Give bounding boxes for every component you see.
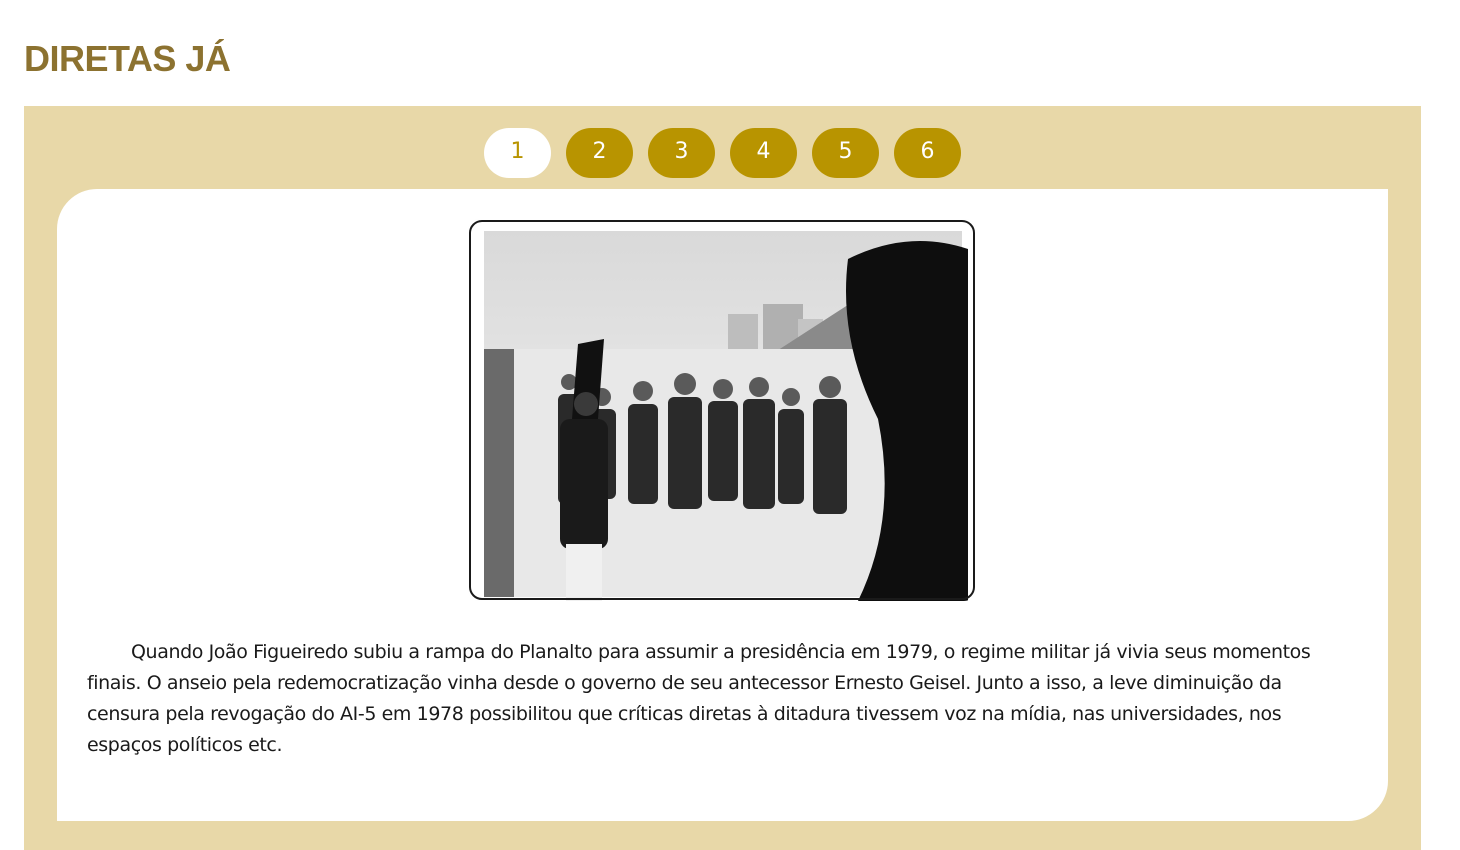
slide-card: Quando João Figueiredo subiu a rampa do … — [57, 189, 1388, 821]
page-button-6[interactable]: 6 — [894, 128, 961, 178]
page-button-2[interactable]: 2 — [566, 128, 633, 178]
page-title: DIRETAS JÁ — [24, 38, 231, 79]
page-button-5[interactable]: 5 — [812, 128, 879, 178]
page-button-4[interactable]: 4 — [730, 128, 797, 178]
page-button-3[interactable]: 3 — [648, 128, 715, 178]
slideshow-panel: 1 2 3 4 5 6 Quando João Figueiredo subiu… — [24, 106, 1421, 850]
page-selector: 1 2 3 4 5 6 — [484, 128, 961, 178]
slide-caption: Quando João Figueiredo subiu a rampa do … — [87, 641, 1311, 756]
photo-illustration — [468, 219, 976, 601]
page-button-1[interactable]: 1 — [484, 128, 551, 178]
historical-photo — [468, 219, 976, 601]
